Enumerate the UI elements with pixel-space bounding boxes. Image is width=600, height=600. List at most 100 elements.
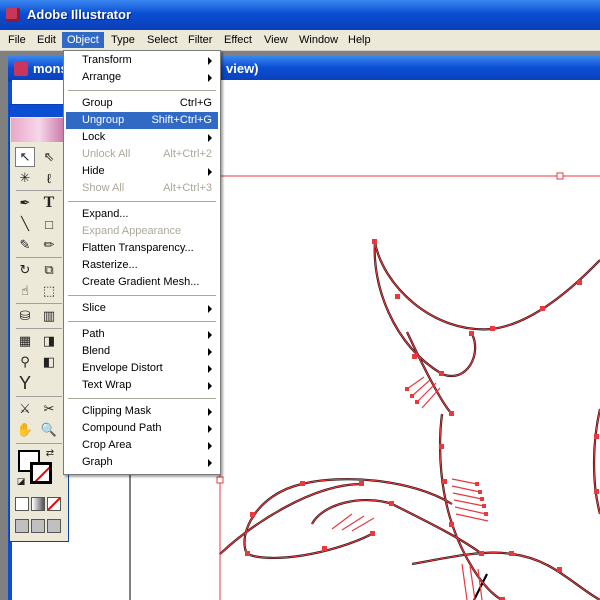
menu-item-path[interactable]: Path bbox=[66, 326, 218, 343]
pencil-tool-icon[interactable]: ✏ bbox=[39, 235, 59, 255]
stroke-swatch[interactable] bbox=[30, 462, 52, 484]
menu-item-transform[interactable]: Transform bbox=[66, 52, 218, 69]
screen-mode-menu-button[interactable] bbox=[31, 519, 45, 533]
tool-separator bbox=[16, 328, 62, 329]
column-graph-tool-icon[interactable]: ▥ bbox=[39, 306, 59, 326]
submenu-arrow-icon bbox=[208, 459, 212, 467]
color-mode-button[interactable] bbox=[15, 497, 29, 511]
menu-help[interactable]: Help bbox=[343, 32, 376, 48]
submenu-arrow-icon bbox=[208, 365, 212, 373]
type-tool-icon[interactable]: T bbox=[39, 193, 59, 213]
menu-separator bbox=[68, 295, 216, 296]
menu-item-crop-area[interactable]: Crop Area bbox=[66, 437, 218, 454]
submenu-arrow-icon bbox=[208, 442, 212, 450]
menu-item-expand[interactable]: Expand... bbox=[66, 206, 218, 223]
tools-palette-flower-banner bbox=[11, 118, 67, 142]
menu-item-unlock-all[interactable]: Unlock All Alt+Ctrl+2 bbox=[66, 146, 218, 163]
submenu-arrow-icon bbox=[208, 168, 212, 176]
warp-tool-icon[interactable]: ☝ bbox=[15, 281, 35, 301]
gradient-tool-icon[interactable]: ◨ bbox=[39, 331, 59, 351]
swap-fill-stroke-icon[interactable]: ⇄ bbox=[43, 446, 57, 460]
tools-palette: ↖ ⇖ ✳ ℓ ✒ T ╲ □ ✎ ✏ ↻ ⧉ ☝ ⬚ ⛁ ▥ ▦ ◨ ⚲ ◧ … bbox=[9, 104, 69, 542]
menu-item-flatten-transparency[interactable]: Flatten Transparency... bbox=[66, 240, 218, 257]
menu-item-clipping-mask[interactable]: Clipping Mask bbox=[66, 403, 218, 420]
tool-separator bbox=[16, 190, 62, 191]
menu-item-lock[interactable]: Lock bbox=[66, 129, 218, 146]
menu-separator bbox=[68, 321, 216, 322]
eyedropper-tool-icon[interactable]: ⚲ bbox=[15, 352, 35, 372]
submenu-arrow-icon bbox=[208, 348, 212, 356]
free-transform-tool-icon[interactable]: ⬚ bbox=[39, 281, 59, 301]
tool-separator bbox=[16, 443, 62, 444]
mesh-tool-icon[interactable]: ▦ bbox=[15, 331, 35, 351]
gradient-mode-button[interactable] bbox=[31, 497, 45, 511]
zoom-tool-icon[interactable]: 🔍 bbox=[39, 420, 59, 440]
symbol-sprayer-tool-icon[interactable]: ⛁ bbox=[15, 306, 35, 326]
tool-separator bbox=[16, 303, 62, 304]
live-paint-bucket-tool-icon[interactable]: Y bbox=[15, 373, 35, 393]
menu-item-ungroup[interactable]: Ungroup Shift+Ctrl+G bbox=[66, 112, 218, 129]
app-title: Adobe Illustrator bbox=[27, 7, 132, 22]
direct-selection-tool-icon[interactable]: ⇖ bbox=[39, 147, 59, 167]
menu-item-hide[interactable]: Hide bbox=[66, 163, 218, 180]
menu-bar: File Edit Object Type Select Filter Effe… bbox=[0, 30, 600, 51]
submenu-arrow-icon bbox=[208, 382, 212, 390]
tools-palette-header[interactable] bbox=[10, 105, 68, 117]
default-fill-stroke-icon[interactable]: ◪ bbox=[15, 475, 27, 487]
menu-item-compound-path[interactable]: Compound Path bbox=[66, 420, 218, 437]
document-icon bbox=[14, 62, 28, 76]
menu-separator bbox=[68, 201, 216, 202]
tool-separator bbox=[16, 396, 62, 397]
submenu-arrow-icon bbox=[208, 57, 212, 65]
submenu-arrow-icon bbox=[208, 74, 212, 82]
menu-view[interactable]: View bbox=[259, 32, 293, 48]
lasso-tool-icon[interactable]: ℓ bbox=[39, 168, 59, 188]
menu-object[interactable]: Object bbox=[62, 32, 104, 48]
scissors-tool-icon[interactable]: ✂ bbox=[39, 399, 59, 419]
menu-item-rasterize[interactable]: Rasterize... bbox=[66, 257, 218, 274]
menu-filter[interactable]: Filter bbox=[183, 32, 217, 48]
app-title-bar: Adobe Illustrator bbox=[0, 0, 600, 30]
menu-separator bbox=[68, 398, 216, 399]
slice-tool-icon[interactable]: ⚔ bbox=[15, 399, 35, 419]
selection-tool-icon[interactable]: ↖ bbox=[15, 147, 35, 167]
menu-item-envelope-distort[interactable]: Envelope Distort bbox=[66, 360, 218, 377]
menu-item-show-all[interactable]: Show All Alt+Ctrl+3 bbox=[66, 180, 218, 197]
illustrator-app-icon bbox=[6, 8, 20, 22]
menu-item-graph[interactable]: Graph bbox=[66, 454, 218, 471]
menu-item-group[interactable]: Group Ctrl+G bbox=[66, 95, 218, 112]
menu-item-blend[interactable]: Blend bbox=[66, 343, 218, 360]
menu-item-slice[interactable]: Slice bbox=[66, 300, 218, 317]
tool-separator bbox=[16, 257, 62, 258]
paintbrush-tool-icon[interactable]: ✎ bbox=[15, 235, 35, 255]
menu-item-create-gradient-mesh[interactable]: Create Gradient Mesh... bbox=[66, 274, 218, 291]
hand-tool-icon[interactable]: ✋ bbox=[15, 420, 35, 440]
menu-item-arrange[interactable]: Arrange bbox=[66, 69, 218, 86]
rectangle-tool-icon[interactable]: □ bbox=[39, 214, 59, 234]
submenu-arrow-icon bbox=[208, 331, 212, 339]
menu-separator bbox=[68, 90, 216, 91]
magic-wand-tool-icon[interactable]: ✳ bbox=[15, 168, 35, 188]
menu-edit[interactable]: Edit bbox=[32, 32, 61, 48]
menu-effect[interactable]: Effect bbox=[219, 32, 257, 48]
menu-window[interactable]: Window bbox=[294, 32, 343, 48]
menu-item-expand-appearance[interactable]: Expand Appearance bbox=[66, 223, 218, 240]
pen-tool-icon[interactable]: ✒ bbox=[15, 193, 35, 213]
menu-file[interactable]: File bbox=[3, 32, 31, 48]
submenu-arrow-icon bbox=[208, 305, 212, 313]
document-title-end: view) bbox=[226, 61, 259, 76]
line-segment-tool-icon[interactable]: ╲ bbox=[15, 214, 35, 234]
screen-mode-normal-button[interactable] bbox=[15, 519, 29, 533]
scale-tool-icon[interactable]: ⧉ bbox=[39, 260, 59, 280]
rotate-tool-icon[interactable]: ↻ bbox=[15, 260, 35, 280]
submenu-arrow-icon bbox=[208, 425, 212, 433]
menu-item-text-wrap[interactable]: Text Wrap bbox=[66, 377, 218, 394]
submenu-arrow-icon bbox=[208, 408, 212, 416]
screen-mode-full-button[interactable] bbox=[47, 519, 61, 533]
blend-tool-icon[interactable]: ◧ bbox=[39, 352, 59, 372]
submenu-arrow-icon bbox=[208, 134, 212, 142]
menu-type[interactable]: Type bbox=[106, 32, 140, 48]
none-mode-button[interactable] bbox=[47, 497, 61, 511]
menu-select[interactable]: Select bbox=[142, 32, 183, 48]
object-menu-dropdown: Transform Arrange Group Ctrl+G Ungroup Shi… bbox=[63, 50, 221, 475]
